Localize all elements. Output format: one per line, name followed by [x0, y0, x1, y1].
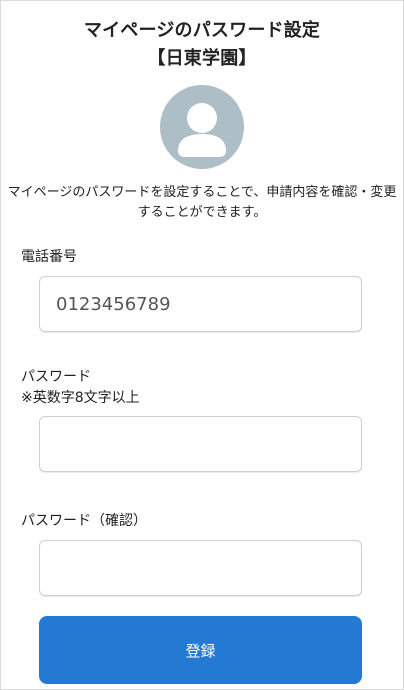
password-note: ※英数字8文字以上: [21, 390, 140, 406]
intro-text: マイページのパスワードを設定することで、申請内容を確認・変更することができます。: [7, 185, 397, 220]
user-avatar-icon: [160, 85, 244, 169]
page-title-line1: マイページのパスワード設定: [83, 20, 321, 41]
password-confirm-field-group: パスワード（確認）: [21, 511, 383, 596]
register-button[interactable]: 登録: [39, 616, 362, 684]
password-input[interactable]: [39, 416, 362, 472]
password-confirm-input[interactable]: [39, 540, 362, 596]
page-title-line2: 【日東学園】: [147, 48, 257, 69]
password-field-group: パスワード ※英数字8文字以上: [21, 367, 383, 472]
phone-input[interactable]: [39, 276, 362, 332]
password-label: パスワード: [21, 369, 91, 385]
phone-field-group: 電話番号: [21, 247, 383, 332]
page-title: マイページのパスワード設定 【日東学園】: [1, 1, 403, 73]
password-confirm-label: パスワード（確認）: [21, 513, 147, 529]
avatar-container: [1, 85, 403, 177]
page-frame: マイページのパスワード設定 【日東学園】 マイページのパスワードを設定することで…: [0, 0, 404, 690]
phone-label: 電話番号: [21, 249, 77, 265]
